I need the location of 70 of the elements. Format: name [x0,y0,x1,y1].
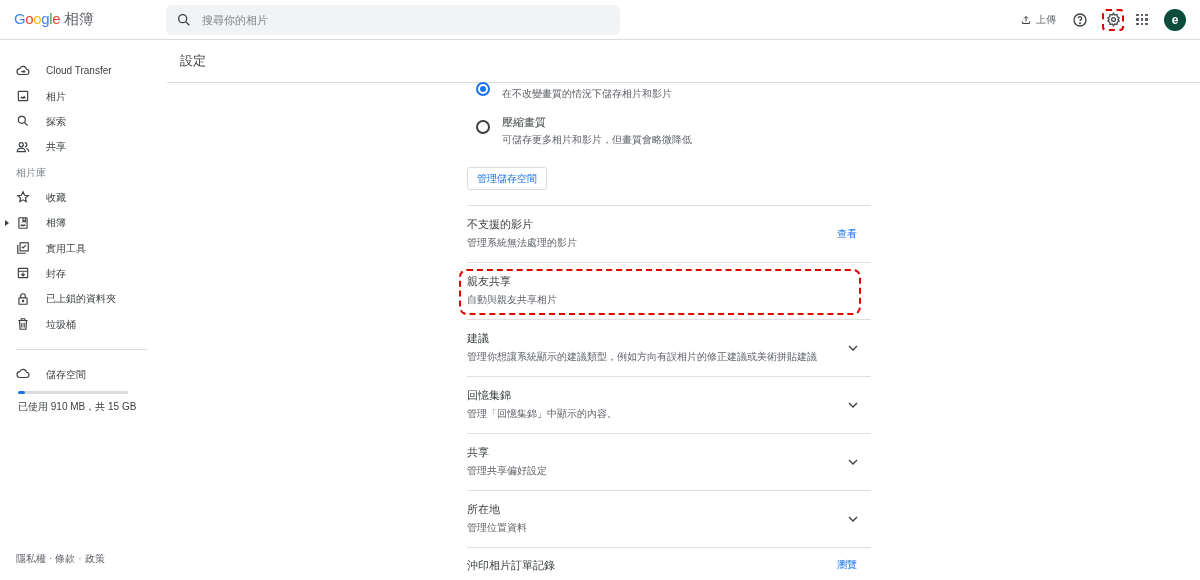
expand-arrow-icon[interactable] [5,219,9,226]
row-title: 共享 [467,445,490,461]
radio-button[interactable] [476,82,490,96]
storage-usage: 已使用 910 MB，共 15 GB [18,399,138,414]
row-title: 所在地 [467,502,501,518]
settings-row[interactable]: 沖印相片訂單記錄 瀏覽 [467,547,871,580]
apps-button[interactable] [1136,13,1148,26]
google-logo[interactable]: Google [14,8,61,31]
search-field[interactable]: 搜尋你的相片 [166,4,620,35]
star-icon [16,190,30,205]
upload-button[interactable]: 上傳 [1020,12,1056,27]
product-name: 相簿 [64,9,95,30]
settings-row[interactable]: 親友共享 自動與親友共享相片 [467,262,871,320]
sidebar-item[interactable]: 實用工具 [0,235,150,261]
row-link[interactable]: 瀏覽 [837,557,857,572]
help-button[interactable] [1072,11,1088,28]
people-icon [16,139,30,154]
settings-icon [1105,12,1121,27]
row-title: 沖印相片訂單記錄 [467,557,556,573]
row-title: 親友共享 [467,274,512,290]
row-description: 管理「回憶集錦」中顯示的內容。 [467,407,618,422]
manage-storage-button[interactable]: 管理儲存空間 [467,166,547,190]
album-icon [16,215,30,230]
settings-row[interactable]: 建議 管理你想讓系統顯示的建議類型，例如方向有誤相片的修正建議或美術拼貼建議 [467,319,871,377]
separator-dot: · [49,552,53,566]
row-title: 建議 [467,331,490,347]
section-heading: 相片庫 [15,165,47,180]
checklist-icon [16,241,30,256]
settings-row[interactable]: 回憶集錦 管理「回憶集錦」中顯示的內容。 [467,376,871,434]
option-description: 在不改變畫質的情況下儲存相片和影片 [502,87,672,101]
row-description: 管理位置資料 [467,521,528,536]
help-icon [1072,11,1088,28]
trash-icon [16,317,30,332]
avatar[interactable]: e [1164,8,1186,31]
radio-button[interactable] [476,120,490,134]
search-icon [16,114,30,129]
settings-button[interactable] [1102,8,1124,31]
row-description: 自動與親友共享相片 [467,293,558,308]
sidebar-item[interactable]: 探索 [0,108,150,135]
sidebar-item[interactable]: 收藏 [0,184,150,210]
sidebar-item[interactable]: 相片 [0,83,150,109]
footer-link[interactable]: 政策 [84,551,105,566]
sidebar-item[interactable]: 封存 [0,260,150,287]
footer-link[interactable]: 隱私權 [16,551,46,566]
page-title: 設定 [180,52,206,71]
row-title: 回憶集錦 [467,388,512,404]
sidebar-item[interactable]: 共享 [0,134,150,160]
settings-row[interactable]: 不支援的影片 管理系統無法處理的影片 查看 [467,205,871,263]
sidebar-item[interactable]: 相簿 [0,209,150,236]
settings-row[interactable]: 共享 管理共享偏好設定 [467,433,871,491]
separator-dot: · [78,552,82,566]
upload-icon [1020,13,1032,26]
row-description: 管理系統無法處理的影片 [467,236,578,251]
option-title: 壓縮畫質 [502,115,547,130]
archive-icon [16,266,30,281]
search-icon [176,11,192,28]
row-link[interactable]: 查看 [837,226,857,241]
settings-row[interactable]: 所在地 管理位置資料 [467,490,871,548]
sidebar-item[interactable]: 垃圾桶 [0,311,150,337]
row-title: 不支援的影片 [467,217,534,233]
row-description: 管理共享偏好設定 [467,464,548,479]
footer-link[interactable]: 條款 [55,551,76,566]
storage-item[interactable]: 儲存空間 [0,361,150,387]
cloud-icon [16,63,30,78]
lock-icon [16,291,30,306]
option-description: 可儲存更多相片和影片，但畫質會略微降低 [502,132,692,147]
image-icon [16,89,30,104]
row-description: 管理你想讓系統顯示的建議類型，例如方向有誤相片的修正建議或美術拼貼建議 [467,350,818,365]
sidebar-item[interactable]: Cloud Transfer [0,58,150,84]
sidebar-item[interactable]: 已上鎖的資料夾 [0,286,150,312]
